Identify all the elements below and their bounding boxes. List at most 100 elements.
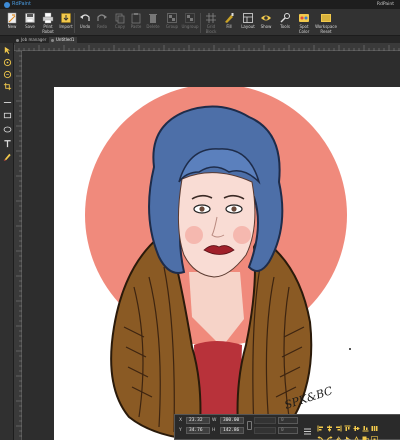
width-field[interactable]: 300.00 bbox=[220, 417, 244, 424]
new-label: New bbox=[7, 24, 17, 29]
group-icon bbox=[166, 11, 179, 24]
show-button[interactable]: Show bbox=[257, 11, 275, 35]
height-field[interactable]: 142.86 bbox=[220, 427, 244, 434]
extra-field-2[interactable]: 0 bbox=[278, 427, 298, 434]
line-icon bbox=[3, 101, 11, 103]
import-label: Import bbox=[59, 24, 73, 29]
job-manager-icon bbox=[16, 38, 19, 42]
save-button[interactable]: Save bbox=[21, 11, 39, 35]
left-pupil bbox=[199, 206, 205, 212]
zoom-tool[interactable] bbox=[2, 69, 12, 79]
grid-button[interactable]: Grid Block bbox=[202, 11, 220, 35]
group-label: Group bbox=[165, 24, 179, 29]
print-label: Print Robot bbox=[42, 24, 54, 34]
show-label: Show bbox=[260, 24, 272, 29]
vertical-ruler bbox=[14, 51, 22, 440]
center-page-icon[interactable] bbox=[371, 428, 378, 440]
ruler-ticks bbox=[14, 45, 400, 51]
lock-ratio-icon[interactable] bbox=[247, 421, 252, 430]
group-button[interactable]: Group bbox=[163, 11, 181, 35]
tools-label: Tools bbox=[280, 24, 290, 29]
app-logo: RdPaint bbox=[4, 1, 31, 8]
ungroup-label: Ungroup bbox=[181, 24, 199, 29]
align-middle-icon[interactable] bbox=[353, 417, 360, 431]
text-icon bbox=[3, 139, 11, 147]
print-button[interactable]: Print Robot bbox=[39, 11, 57, 35]
redo-button[interactable]: Redo bbox=[93, 11, 111, 35]
y-field[interactable]: 34.76 bbox=[186, 427, 210, 434]
redo-icon bbox=[96, 11, 109, 24]
portrait-artwork[interactable]: SPK&BC bbox=[54, 87, 400, 440]
layout-button[interactable]: Layout bbox=[239, 11, 257, 35]
tools-button[interactable]: Tools bbox=[276, 11, 294, 35]
x-field[interactable]: 23.32 bbox=[186, 417, 210, 424]
align-bottom-icon[interactable] bbox=[362, 417, 369, 432]
horizontal-ruler bbox=[14, 43, 400, 51]
rotate-right-icon[interactable] bbox=[326, 428, 333, 440]
node-tool[interactable] bbox=[2, 57, 12, 67]
crop-tool[interactable] bbox=[2, 81, 12, 91]
new-button[interactable]: New bbox=[3, 11, 21, 35]
save-icon bbox=[24, 11, 37, 24]
arrange-icon[interactable] bbox=[362, 428, 369, 440]
ellipse-icon bbox=[3, 126, 11, 132]
align-top-icon[interactable] bbox=[344, 417, 351, 431]
property-panel: X 23.32 Y 34.76 W 300.00 H 142.86 0 0 bbox=[174, 414, 400, 440]
layout-icon bbox=[242, 11, 255, 24]
toolbar-separator bbox=[74, 13, 75, 33]
undo-button[interactable]: Undo bbox=[76, 11, 94, 35]
delete-button[interactable]: Delete bbox=[144, 11, 162, 35]
ruler-ticks bbox=[16, 51, 22, 437]
distribute-icon[interactable] bbox=[371, 417, 378, 431]
pen-tool[interactable] bbox=[2, 151, 12, 161]
print-icon bbox=[42, 11, 55, 24]
workspace-reset-button[interactable]: Workspace Reset bbox=[315, 11, 337, 35]
extra-field-1[interactable]: 0 bbox=[278, 417, 298, 424]
undo-label: Undo bbox=[79, 24, 91, 29]
workspace-reset-icon bbox=[320, 11, 333, 24]
extra-label-1 bbox=[254, 417, 276, 424]
import-icon bbox=[60, 11, 73, 24]
text-tool[interactable] bbox=[2, 138, 12, 148]
redo-label: Redo bbox=[96, 24, 108, 29]
workspace-reset-label: Workspace Reset bbox=[315, 24, 337, 34]
right-cheek bbox=[233, 226, 251, 244]
work-area[interactable]: SPK&BC bbox=[22, 51, 400, 440]
import-button[interactable]: Import bbox=[57, 11, 75, 35]
select-tool[interactable] bbox=[2, 45, 12, 55]
toolbar-separator bbox=[200, 13, 201, 33]
spot-color-button[interactable]: Spot Color bbox=[295, 11, 313, 35]
zoom-icon bbox=[3, 70, 11, 78]
tools-panel bbox=[0, 43, 14, 440]
document-tabs: Job manager Untitled1 bbox=[0, 36, 400, 43]
paste-button[interactable]: Paste bbox=[127, 11, 145, 35]
ellipse-tool[interactable] bbox=[2, 124, 12, 134]
ungroup-button[interactable]: Ungroup bbox=[181, 11, 199, 35]
list-icon[interactable] bbox=[303, 421, 312, 435]
undo-icon bbox=[79, 11, 92, 24]
spot-color-icon bbox=[298, 11, 311, 24]
tools-icon bbox=[279, 11, 292, 24]
flip-vertical-icon[interactable] bbox=[344, 428, 351, 440]
crop-icon bbox=[3, 82, 11, 90]
extra-label-2 bbox=[254, 427, 276, 434]
line-tool[interactable] bbox=[2, 97, 12, 107]
right-pupil bbox=[231, 206, 237, 212]
rotate-left-icon[interactable] bbox=[317, 428, 324, 440]
align-left-icon[interactable] bbox=[317, 417, 324, 432]
flip-horizontal-icon[interactable] bbox=[335, 428, 342, 440]
fill-label: Fill bbox=[226, 24, 232, 29]
ungroup-icon bbox=[184, 11, 197, 24]
logo-icon bbox=[4, 1, 10, 8]
rectangle-tool[interactable] bbox=[2, 110, 12, 120]
fill-button[interactable]: Fill bbox=[220, 11, 238, 35]
align-center-icon[interactable] bbox=[326, 417, 333, 432]
tab-label: Untitled1 bbox=[56, 37, 75, 42]
canvas-page[interactable]: SPK&BC bbox=[54, 87, 400, 440]
mirror-icon[interactable] bbox=[353, 428, 360, 440]
stray-dot bbox=[349, 348, 351, 350]
align-right-icon[interactable] bbox=[335, 417, 342, 432]
window-title: RdPaint bbox=[376, 2, 394, 7]
x-label: X bbox=[179, 418, 183, 423]
eye-icon bbox=[260, 11, 273, 24]
